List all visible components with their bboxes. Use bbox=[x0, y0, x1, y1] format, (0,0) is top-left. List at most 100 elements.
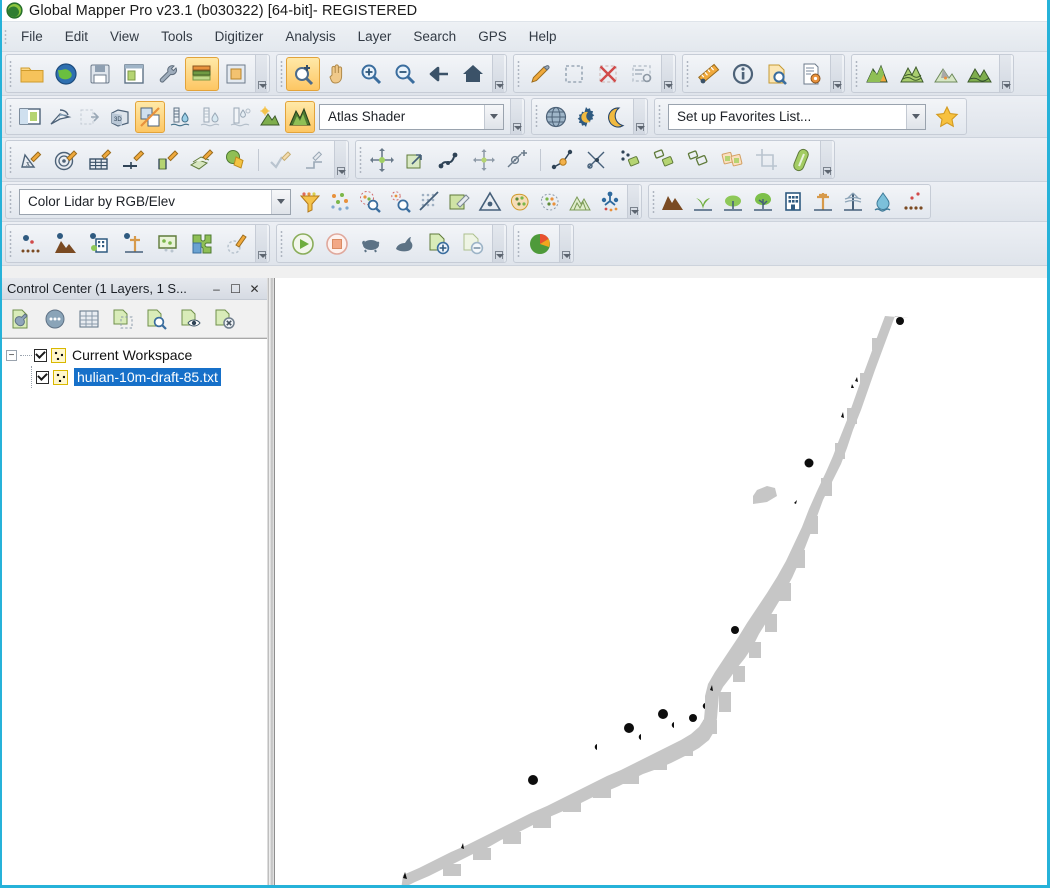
globe-projection-icon[interactable] bbox=[541, 101, 571, 133]
zoom-in-icon[interactable] bbox=[354, 57, 388, 91]
globe-toolbar-overflow[interactable] bbox=[633, 99, 645, 134]
toolbar-grip[interactable] bbox=[9, 190, 12, 213]
create-area-shape-icon[interactable] bbox=[219, 143, 253, 177]
metadata-settings-icon[interactable] bbox=[794, 57, 828, 91]
menu-layer[interactable]: Layer bbox=[347, 26, 403, 47]
open-online-data-icon[interactable] bbox=[49, 57, 83, 91]
lidar-group-icon[interactable] bbox=[535, 186, 565, 218]
navigation-toolbar-overflow[interactable] bbox=[492, 55, 504, 92]
toggle-visibility-icon[interactable] bbox=[176, 304, 206, 334]
scale-feature-icon[interactable] bbox=[399, 143, 433, 177]
flythrough-icon[interactable] bbox=[75, 101, 105, 133]
move-feature-icon[interactable] bbox=[365, 143, 399, 177]
hillshade-shader-icon[interactable] bbox=[929, 57, 963, 91]
toolbar-grip[interactable] bbox=[280, 60, 283, 87]
layer-tree[interactable]: − Current Workspace hulian-10m-draft-85.… bbox=[2, 338, 267, 885]
auto-classify-puzzle-icon[interactable] bbox=[185, 227, 219, 261]
zoom-select-icon[interactable] bbox=[286, 56, 320, 91]
toolbar-grip[interactable] bbox=[9, 146, 12, 173]
duplicate-area-icon[interactable] bbox=[716, 143, 750, 177]
collapse-expander-icon[interactable]: − bbox=[6, 349, 17, 361]
extract-points-icon[interactable] bbox=[898, 186, 928, 218]
toolbar-grip[interactable] bbox=[9, 230, 12, 257]
find-feature-icon[interactable] bbox=[760, 57, 794, 91]
lidar-edit-icon[interactable] bbox=[445, 186, 475, 218]
terrain-shader-icon[interactable] bbox=[963, 57, 997, 91]
open-folder-icon[interactable] bbox=[15, 57, 49, 91]
auto-classify-ground-icon[interactable] bbox=[15, 227, 49, 261]
3d-view-icon[interactable]: 3D bbox=[105, 101, 135, 133]
lidar-extract-icon[interactable] bbox=[595, 186, 625, 218]
fast-rabbit-icon[interactable] bbox=[388, 227, 422, 261]
chevron-down-icon[interactable] bbox=[484, 104, 503, 129]
capture-screen-icon[interactable] bbox=[117, 57, 151, 91]
extract-poles-icon[interactable] bbox=[808, 186, 838, 218]
toolbar-grip[interactable] bbox=[652, 190, 655, 213]
sun-shading-icon[interactable] bbox=[255, 101, 285, 133]
edit-pencil-icon[interactable] bbox=[523, 57, 557, 91]
extract-water-icon[interactable] bbox=[868, 186, 898, 218]
create-grid-icon[interactable] bbox=[83, 143, 117, 177]
auto-classify-buildings-icon[interactable] bbox=[83, 227, 117, 261]
combine-areas-icon[interactable] bbox=[648, 143, 682, 177]
layer-options-icon[interactable] bbox=[6, 304, 36, 334]
layer-options-icon[interactable] bbox=[219, 57, 253, 91]
previous-view-arrow-icon[interactable] bbox=[422, 57, 456, 91]
control-center-icon[interactable] bbox=[185, 56, 219, 91]
close-button[interactable]: ✕ bbox=[246, 281, 263, 297]
slow-turtle-icon[interactable] bbox=[354, 227, 388, 261]
atlas-shader-icon[interactable] bbox=[861, 57, 895, 91]
lidar-classify-icon[interactable] bbox=[325, 186, 355, 218]
create-area-icon[interactable] bbox=[557, 57, 591, 91]
lidar-select-icon[interactable] bbox=[385, 186, 415, 218]
auto-classify-noise-icon[interactable] bbox=[151, 227, 185, 261]
feature-properties-icon[interactable] bbox=[625, 57, 659, 91]
file-toolbar-overflow[interactable] bbox=[255, 55, 267, 92]
measure-toolbar-overflow[interactable] bbox=[830, 55, 842, 92]
tree-row-layer[interactable]: hulian-10m-draft-85.txt bbox=[6, 366, 267, 388]
tree-row-current-workspace[interactable]: − Current Workspace bbox=[6, 344, 267, 366]
feature-info-icon[interactable] bbox=[726, 57, 760, 91]
shader-toolbar-overflow[interactable] bbox=[999, 55, 1011, 92]
chevron-down-icon[interactable] bbox=[271, 189, 290, 214]
favorites-combobox[interactable]: Set up Favorites List... bbox=[668, 103, 926, 130]
maximize-button[interactable]: ☐ bbox=[227, 281, 244, 297]
auto-classify-paint-icon[interactable] bbox=[219, 227, 253, 261]
apply-edit-check-icon[interactable] bbox=[264, 143, 298, 177]
map-view[interactable] bbox=[275, 278, 1047, 885]
toolbar-grip[interactable] bbox=[517, 60, 520, 87]
water-level-icon[interactable] bbox=[165, 101, 195, 133]
reshape-feature-icon[interactable] bbox=[433, 143, 467, 177]
add-vertex-icon[interactable] bbox=[501, 143, 535, 177]
lidar-draw-mode-combobox[interactable]: Color Lidar by RGB/Elev bbox=[19, 188, 291, 215]
pie-toolbar-overflow[interactable] bbox=[559, 225, 571, 262]
layer-metadata-icon[interactable] bbox=[40, 304, 70, 334]
favorites-star-icon[interactable] bbox=[930, 100, 964, 134]
slope-shader-icon[interactable] bbox=[895, 57, 929, 91]
layer-label[interactable]: hulian-10m-draft-85.txt bbox=[74, 368, 221, 386]
transparency-icon[interactable] bbox=[135, 100, 165, 133]
shader-combobox[interactable]: Atlas Shader bbox=[319, 103, 504, 130]
menu-tools[interactable]: Tools bbox=[150, 26, 204, 47]
lidar-cluster-icon[interactable] bbox=[505, 186, 535, 218]
lidar-filter-icon[interactable] bbox=[295, 186, 325, 218]
chevron-down-icon[interactable] bbox=[906, 104, 925, 129]
pie-chart-icon[interactable] bbox=[523, 227, 557, 261]
menu-gps[interactable]: GPS bbox=[467, 26, 518, 47]
classify-toolbar-overflow[interactable] bbox=[255, 225, 267, 262]
copy-area-icon[interactable] bbox=[614, 143, 648, 177]
lidar-thin-icon[interactable] bbox=[415, 186, 445, 218]
lidar-query-icon[interactable] bbox=[355, 186, 385, 218]
crop-icon[interactable] bbox=[750, 143, 784, 177]
menu-edit[interactable]: Edit bbox=[54, 26, 99, 47]
stop-icon[interactable] bbox=[320, 227, 354, 261]
configure-wrench-icon[interactable] bbox=[151, 57, 185, 91]
auto-classify-terrain-icon[interactable] bbox=[49, 227, 83, 261]
extract-powerline-icon[interactable] bbox=[838, 186, 868, 218]
extract-shrub-icon[interactable] bbox=[718, 186, 748, 218]
create-toolbar-overflow[interactable] bbox=[334, 141, 346, 178]
minimize-button[interactable]: – bbox=[208, 281, 225, 297]
menu-digitizer[interactable]: Digitizer bbox=[204, 26, 275, 47]
digitizer-toolbar-overflow[interactable] bbox=[661, 55, 673, 92]
extract-buildings-icon[interactable] bbox=[778, 186, 808, 218]
